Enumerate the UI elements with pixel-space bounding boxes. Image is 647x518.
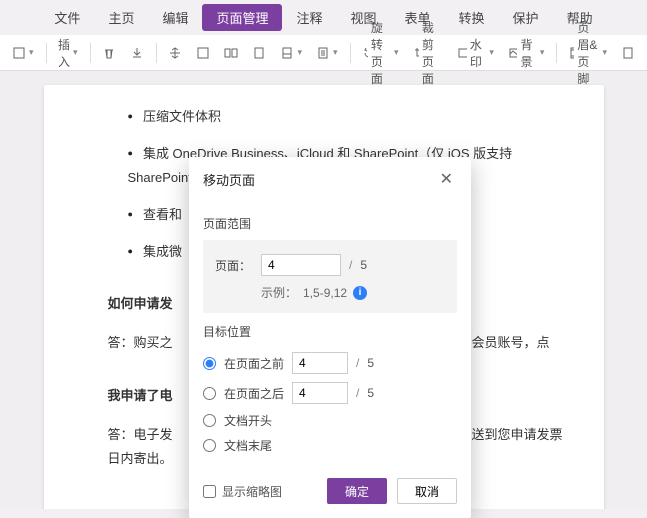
modal-backdrop: 移动页面 ✕ 页面范围 页面： / 5 示例： 1,5-9,12 i 目标位置 bbox=[0, 0, 647, 500]
before-page-input[interactable] bbox=[292, 352, 348, 374]
page-range-label: 页面范围 bbox=[203, 215, 457, 232]
show-thumbnails-label: 显示缩略图 bbox=[222, 483, 282, 500]
page-total: 5 bbox=[360, 258, 367, 272]
radio-start-label: 文档开头 bbox=[224, 412, 272, 429]
example-value: 1,5-9,12 bbox=[303, 286, 347, 300]
radio-after-page[interactable] bbox=[203, 387, 216, 400]
radio-before-label: 在页面之前 bbox=[224, 355, 284, 372]
after-total: 5 bbox=[367, 386, 374, 400]
ok-button[interactable]: 确定 bbox=[327, 478, 387, 504]
radio-after-label: 在页面之后 bbox=[224, 385, 284, 402]
target-position-label: 目标位置 bbox=[203, 323, 457, 340]
example-label: 示例： bbox=[261, 284, 297, 301]
after-page-input[interactable] bbox=[292, 382, 348, 404]
page-range-input[interactable] bbox=[261, 254, 341, 276]
move-page-dialog: 移动页面 ✕ 页面范围 页面： / 5 示例： 1,5-9,12 i 目标位置 bbox=[189, 157, 471, 518]
before-total: 5 bbox=[367, 356, 374, 370]
page-range-box: 页面： / 5 示例： 1,5-9,12 i bbox=[203, 240, 457, 313]
page-label: 页面： bbox=[215, 257, 253, 274]
radio-doc-end[interactable] bbox=[203, 439, 216, 452]
cancel-button[interactable]: 取消 bbox=[397, 478, 457, 504]
show-thumbnails-checkbox[interactable] bbox=[203, 485, 216, 498]
dialog-title: 移动页面 bbox=[203, 170, 255, 189]
close-icon[interactable]: ✕ bbox=[436, 167, 457, 191]
radio-end-label: 文档末尾 bbox=[224, 437, 272, 454]
slash: / bbox=[349, 258, 352, 272]
target-position-group: 在页面之前 / 5 在页面之后 / 5 文档开头 bbox=[203, 348, 457, 458]
radio-before-page[interactable] bbox=[203, 357, 216, 370]
info-icon[interactable]: i bbox=[353, 286, 367, 300]
radio-doc-start[interactable] bbox=[203, 414, 216, 427]
